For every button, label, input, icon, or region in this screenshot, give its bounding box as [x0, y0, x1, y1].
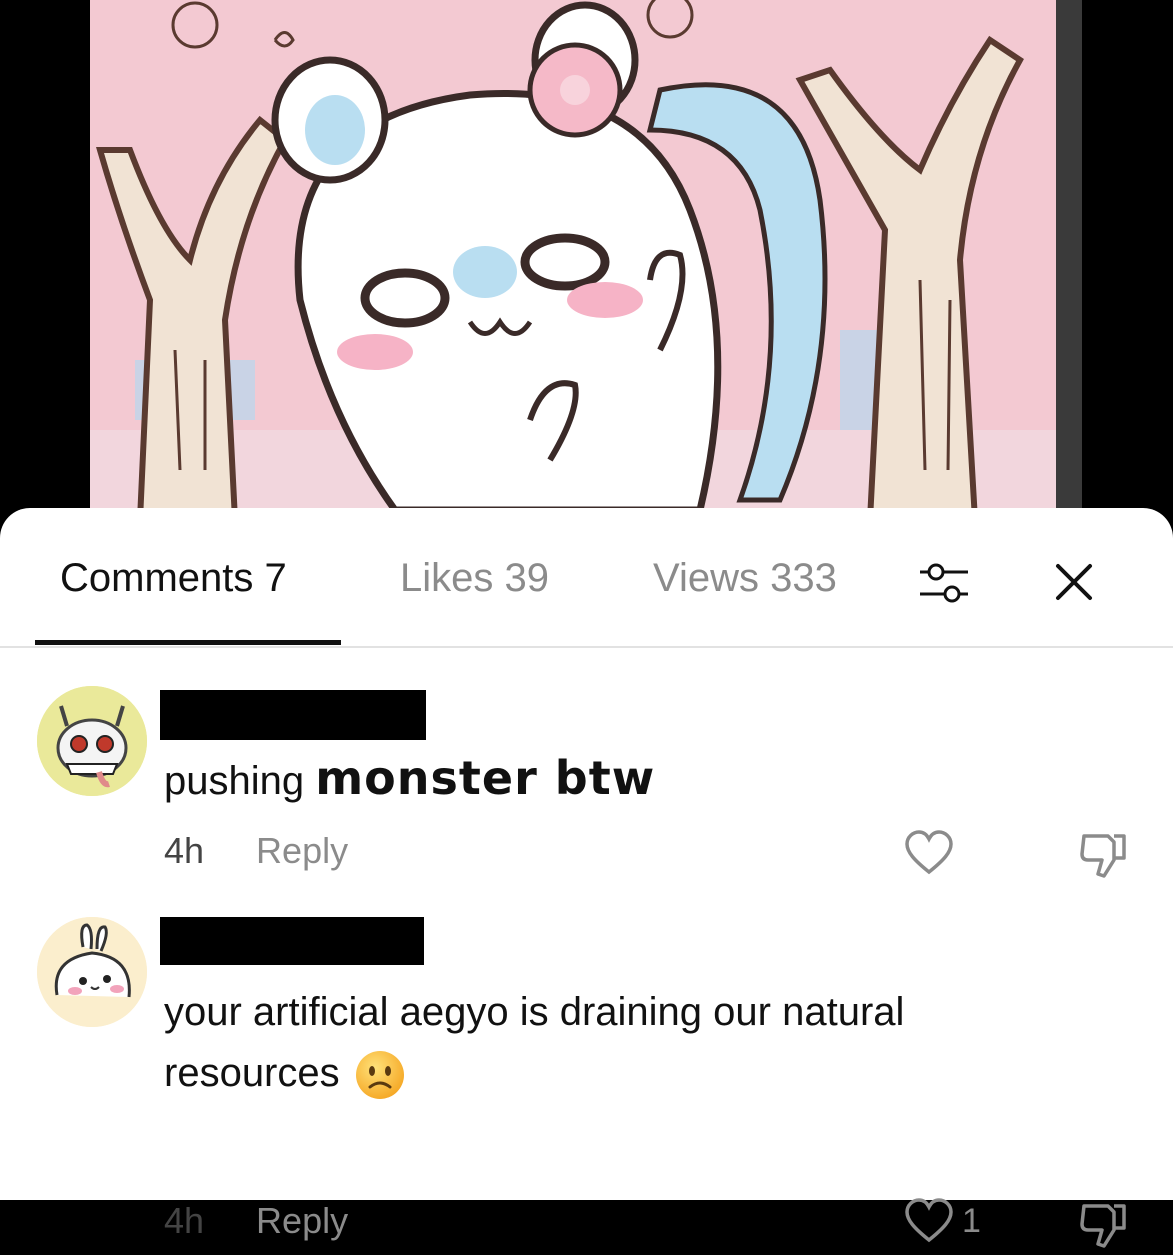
close-icon[interactable] — [1052, 560, 1096, 604]
heart-outline-icon — [905, 830, 953, 875]
tab-views[interactable]: Views 333 — [653, 556, 837, 601]
active-tab-indicator — [35, 640, 341, 645]
comment-time: 4h — [164, 1200, 205, 1241]
comment-time: 4h — [164, 830, 205, 871]
avatar[interactable] — [37, 917, 147, 1027]
like-count: 1 — [962, 1202, 981, 1240]
reply-button[interactable]: Reply — [256, 830, 348, 871]
comment-text-line: your artificial aegyo is draining our na… — [164, 990, 905, 1034]
comment-text: your artificial aegyo is draining our na… — [164, 982, 904, 1104]
comment-text: pushing monster btw — [164, 748, 655, 812]
frowning-face-emoji — [355, 1051, 404, 1100]
hamster-illustration — [90, 0, 1056, 520]
dislike-button[interactable] — [1078, 830, 1130, 885]
post-media[interactable] — [0, 0, 1173, 520]
tab-likes[interactable]: Likes 39 — [400, 556, 549, 601]
comment-text-bold: monster btw — [315, 751, 656, 805]
thumbs-down-icon — [1080, 1204, 1126, 1248]
username-redacted — [160, 690, 426, 740]
avatar[interactable] — [37, 686, 147, 796]
like-button[interactable]: 1 — [904, 1198, 981, 1249]
comments-sheet: Comments 7 Likes 39 Views 333 pushing mo… — [0, 508, 1173, 1248]
comment-text-line: resources — [164, 1051, 340, 1095]
dislike-button[interactable] — [1078, 1200, 1130, 1255]
username-redacted — [160, 917, 424, 965]
like-button[interactable] — [904, 830, 954, 881]
tab-comments[interactable]: Comments 7 — [60, 556, 287, 601]
reply-button[interactable]: Reply — [256, 1200, 348, 1241]
heart-outline-icon — [905, 1198, 953, 1243]
bunny-avatar-icon — [37, 917, 147, 1027]
comment-meta: 4h Reply — [164, 1200, 348, 1242]
thumbs-down-icon — [1080, 834, 1126, 878]
comment-text-regular: pushing — [164, 759, 316, 803]
tab-bar: Comments 7 Likes 39 Views 333 — [0, 508, 1173, 648]
comment-meta: 4h Reply — [164, 830, 348, 872]
monster-avatar-icon — [37, 686, 147, 796]
sliders-icon[interactable] — [918, 558, 970, 608]
